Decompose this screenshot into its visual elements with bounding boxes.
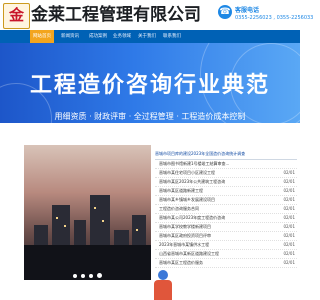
news-row-title[interactable]: 工程造价咨询服务合同 xyxy=(159,205,271,213)
banner-subtitle: 用细资质 · 财政评审 · 全过程管理 · 工程造价成本控制 xyxy=(54,112,246,121)
carousel-photo-light xyxy=(94,207,96,209)
illustration-figure-head xyxy=(158,270,168,280)
nav-item-business[interactable]: 业务领域 xyxy=(110,30,134,43)
news-row-title[interactable]: 晋城市某学校教学楼新建项目 xyxy=(159,223,271,231)
site-header: 金 金莱工程管理有限公司 ☎ 客服电话 0355-2256023 , 0355-… xyxy=(0,0,313,30)
news-row-title[interactable]: 晋城市某乡镇城乡发展建设项目 xyxy=(159,196,271,204)
news-row-title[interactable]: 晋城市某住宅项目小区建设工程 xyxy=(159,169,271,177)
news-row-title[interactable]: 2023年晋城市某镇供水工程 xyxy=(159,241,271,249)
carousel-dots xyxy=(24,263,151,278)
hotline-label: 客服电话 xyxy=(235,7,260,14)
logo-glyph: 金 xyxy=(8,6,24,24)
news-row[interactable]: 晋城市某学校教学楼新建项目 02/01 xyxy=(155,223,297,232)
news-row[interactable]: 晋城市某区2023年公共建筑工程咨询 02/01 xyxy=(155,178,297,187)
carousel-photo-light xyxy=(64,225,66,227)
photo-carousel[interactable] xyxy=(24,145,151,280)
news-row[interactable]: 山西省晋城市某新区道路建设工程 02/01 xyxy=(155,250,297,259)
hotline-numbers: 0355-2256023 , 0355-2256033 xyxy=(235,15,314,21)
section-spacer xyxy=(0,123,300,143)
phone-icon: ☎ xyxy=(218,5,232,19)
carousel-dot-active[interactable] xyxy=(97,273,102,278)
nav-item-about[interactable]: 关于我们 xyxy=(135,30,159,43)
news-row-date: 02/01 xyxy=(283,233,295,238)
news-row-date: 02/01 xyxy=(283,215,295,220)
news-row-title[interactable]: 晋城市某区工程造价服务 xyxy=(159,259,271,267)
news-row[interactable]: 晋城市某区工程造价服务 02/01 xyxy=(155,259,297,268)
hero-banner[interactable]: 工程造价咨询行业典范 用细资质 · 财政评审 · 全过程管理 · 工程造价成本控… xyxy=(0,43,300,123)
nav-item-cases[interactable]: 成功案例 xyxy=(86,30,110,43)
carousel-photo-light xyxy=(56,217,58,219)
news-row[interactable]: 工程造价咨询服务合同 02/01 xyxy=(155,205,297,214)
illustration-figure-body xyxy=(154,280,172,300)
carousel-dot[interactable] xyxy=(81,274,85,278)
news-row[interactable]: 晋城市某区道路新建工程 02/01 xyxy=(155,187,297,196)
news-row-date: 02/01 xyxy=(283,206,295,211)
news-row-date: 02/01 xyxy=(283,260,295,265)
news-row-date: 02/01 xyxy=(283,170,295,175)
news-row[interactable]: 晋城市图书馆新建1号楼竣工结算审查... xyxy=(155,160,297,169)
news-row-date: 02/01 xyxy=(283,224,295,229)
news-row-title[interactable]: 晋城市某区政府投资项目评审 xyxy=(159,232,271,240)
news-row-title[interactable]: 晋城市图书馆新建1号楼竣工结算审查... xyxy=(159,160,271,168)
carousel-photo-light xyxy=(136,229,138,231)
news-row-title[interactable]: 晋城市某公司2023年度工程造价咨询 xyxy=(159,214,271,222)
nav-item-contact[interactable]: 联系我们 xyxy=(160,30,184,43)
news-row[interactable]: 晋城市某乡镇城乡发展建设项目 02/01 xyxy=(155,196,297,205)
news-row[interactable]: 晋城市某区政府投资项目评审 02/01 xyxy=(155,232,297,241)
company-logo[interactable]: 金 xyxy=(3,3,30,29)
news-row-date: 02/01 xyxy=(283,251,295,256)
company-name: 金莱工程管理有限公司 xyxy=(31,5,201,25)
news-row-title[interactable]: 晋城市某区道路新建工程 xyxy=(159,187,271,195)
news-row-title[interactable]: 晋城市某区2023年公共建筑工程咨询 xyxy=(159,178,271,186)
nav-item-news[interactable]: 新闻资讯 xyxy=(58,30,82,43)
news-row-title[interactable]: 山西省晋城市某新区道路建设工程 xyxy=(159,250,271,258)
news-row-date: 02/01 xyxy=(283,188,295,193)
banner-title: 工程造价咨询行业典范 xyxy=(29,73,270,98)
news-row-date: 02/01 xyxy=(283,179,295,184)
main-nav: 网站首页 新闻资讯 成功案例 业务领域 关于我们 联系我们 xyxy=(0,30,300,43)
carousel-photo-light xyxy=(102,220,104,222)
carousel-dot[interactable] xyxy=(73,274,77,278)
decorative-illustration xyxy=(150,270,180,300)
news-row-date: 02/01 xyxy=(283,197,295,202)
news-row-date: 02/01 xyxy=(283,242,295,247)
carousel-dot[interactable] xyxy=(89,274,93,278)
news-row[interactable]: 晋城市某公司2023年度工程造价咨询 02/01 xyxy=(155,214,297,223)
nav-item-home[interactable]: 网站首页 xyxy=(30,30,54,43)
news-header[interactable]: 晋城市项目库的建设2023年全国造价咨询统计调查 xyxy=(155,148,297,160)
news-list: 晋城市项目库的建设2023年全国造价咨询统计调查 晋城市图书馆新建1号楼竣工结算… xyxy=(155,148,297,288)
news-row[interactable]: 晋城市某住宅项目小区建设工程 02/01 xyxy=(155,169,297,178)
news-row[interactable]: 2023年晋城市某镇供水工程 02/01 xyxy=(155,241,297,250)
